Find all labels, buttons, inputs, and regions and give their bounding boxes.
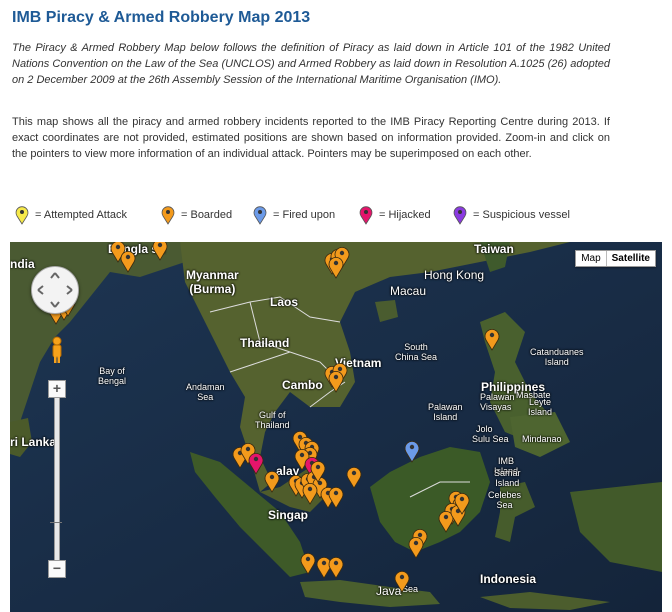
legend-label: = Suspicious vessel (473, 209, 570, 221)
incident-marker[interactable] (328, 556, 344, 579)
zoom-out-button[interactable]: − (48, 560, 66, 578)
incident-marker[interactable] (328, 486, 344, 509)
orange-pin-icon (161, 206, 175, 225)
map-type-satellite-button[interactable]: Satellite (605, 251, 655, 266)
legend-label: = Boarded (181, 209, 233, 221)
incident-marker[interactable] (264, 470, 280, 493)
marker-layer (48, 242, 500, 593)
incident-marker[interactable] (404, 440, 420, 463)
pan-arrows-icon (37, 272, 73, 308)
zoom-in-button[interactable]: + (48, 380, 66, 398)
legend-label: = Hijacked (379, 209, 431, 221)
blue-pin-icon (253, 206, 267, 225)
legend-label: = Fired upon (273, 209, 336, 221)
incident-marker[interactable] (328, 370, 344, 393)
street-view-pegman-icon[interactable] (49, 336, 65, 364)
yellow-pin-icon (15, 206, 29, 225)
incident-marker[interactable] (484, 328, 500, 351)
incident-marker[interactable] (302, 482, 318, 505)
description-paragraph: This map shows all the piracy and armed … (12, 116, 610, 160)
incident-marker[interactable] (316, 556, 332, 579)
incident-marker[interactable] (300, 552, 316, 575)
purple-pin-icon (453, 206, 467, 225)
incident-marker[interactable] (248, 452, 264, 475)
zoom-slider-track[interactable] (54, 386, 60, 574)
incident-marker[interactable] (152, 242, 168, 261)
legend-label: = Attempted Attack (35, 209, 128, 221)
incident-marker[interactable] (394, 570, 410, 593)
piracy-map[interactable]: Bangla sh ndia Myanmar (Burma) Laos Thai… (10, 242, 662, 612)
incident-marker[interactable] (408, 536, 424, 559)
incident-marker[interactable] (120, 250, 136, 273)
map-type-map-button[interactable]: Map (576, 251, 605, 266)
pan-control[interactable] (31, 266, 79, 314)
map-type-control: Map Satellite (575, 250, 656, 267)
magenta-pin-icon (359, 206, 373, 225)
map-legend: = Attempted Attack = Boarded = Fired upo… (14, 205, 654, 225)
page-title: IMB Piracy & Armed Robbery Map 2013 (12, 9, 311, 26)
incident-marker[interactable] (346, 466, 362, 489)
incident-marker[interactable] (328, 256, 344, 279)
zoom-slider-handle[interactable] (50, 522, 62, 523)
intro-paragraph: The Piracy & Armed Robbery Map below fol… (12, 42, 610, 86)
